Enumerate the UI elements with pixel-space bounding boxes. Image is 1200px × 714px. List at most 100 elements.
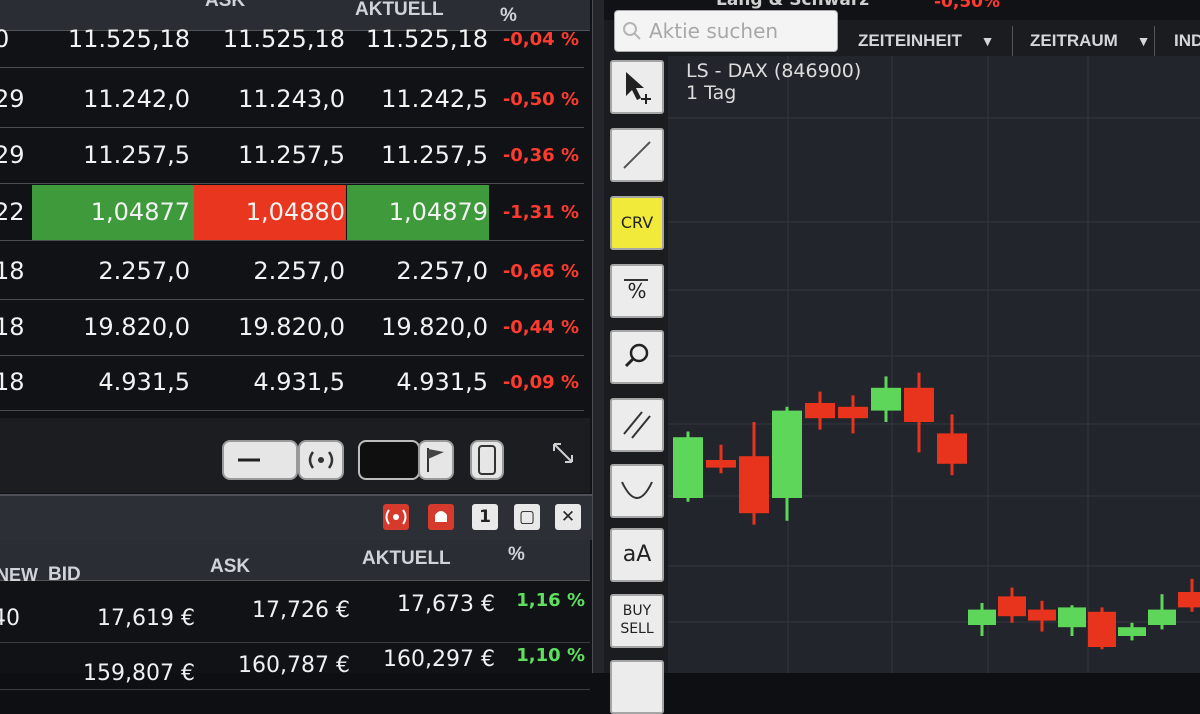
quote-bid: 159,807 € [83, 661, 195, 686]
chart-title: LS - DAX (846900) [686, 60, 862, 82]
quote-ask: 160,787 € [238, 653, 350, 678]
quote-bid: 4.931,5 [98, 368, 190, 396]
minimize-toggle-button[interactable] [222, 440, 298, 480]
select-separator [1012, 26, 1013, 60]
exchange-title: Lang & Schwarz [716, 0, 870, 10]
quote-row[interactable]: 29 11.257,5 11.257,5 11.257,5 -0,36 % [0, 128, 584, 184]
quote-pct: -0,50 % [502, 89, 579, 110]
quote-row[interactable]: 18 19.820,0 19.820,0 19.820,0 -0,44 % [0, 300, 584, 356]
quote-ask: 1,04880 [245, 198, 345, 226]
quote-symbol: 29 [0, 141, 25, 169]
more-tool[interactable] [610, 660, 664, 714]
candle-up [772, 410, 802, 498]
magnifier-icon [624, 343, 649, 368]
flag-icon [427, 448, 444, 472]
curve-tool[interactable] [610, 464, 664, 518]
quote-row[interactable]: 29 11.242,0 11.243,0 11.242,5 -0,50 % [0, 72, 584, 128]
chart-interval: 1 Tag [686, 82, 737, 104]
quote-row-highlighted[interactable]: 22 1,04877 1,04880 1,04879 -1,31 % [0, 185, 584, 241]
quote-bid: 11.242,0 [83, 85, 190, 113]
resize-icon[interactable] [550, 440, 576, 466]
col-header-ask[interactable]: ASK [210, 554, 250, 584]
lower-header-row: NEW BID ASK AKTUELL % [0, 540, 590, 585]
chart-canvas [668, 56, 1200, 673]
quote-pct: -0,09 % [502, 372, 579, 393]
quotes-panel: ASK AKTUELL % 0 11.525,18 11.525,18 11.5… [0, 0, 592, 690]
close-button[interactable]: ✕ [555, 504, 581, 530]
line-tool[interactable] [610, 128, 664, 182]
quote-pct: -0,04 % [502, 29, 579, 50]
quote-current: 4.931,5 [396, 368, 488, 396]
quote-symbol: 18 [0, 313, 25, 341]
timerange-label: ZEITRAUM [1030, 31, 1118, 50]
mobile-button[interactable] [470, 440, 504, 480]
timeunit-label: ZEITEINHEIT [858, 31, 962, 50]
candle-up [871, 387, 901, 411]
zoom-tool[interactable] [610, 330, 664, 384]
col-header-bid[interactable]: BID [48, 562, 81, 592]
quote-bid: 11.525,18 [67, 25, 190, 53]
quote-row[interactable]: 18 4.931,5 4.931,5 4.931,5 -0,09 % [0, 355, 584, 411]
quote-pct: 1,16 % [516, 590, 585, 611]
col-header-new[interactable]: NEW [0, 562, 38, 592]
quote-bid: 1,04877 [90, 198, 190, 226]
quote-ask: 4.931,5 [253, 368, 345, 396]
text-tool[interactable]: aA [610, 528, 664, 582]
quote-current: 19.820,0 [381, 313, 488, 341]
candlestick-chart[interactable]: LS - DAX (846900) 1 Tag [668, 56, 1200, 673]
window-number-button[interactable]: 1 [472, 504, 498, 530]
quote-row[interactable]: 0 11.525,18 11.525,18 11.525,18 -0,04 % [0, 12, 584, 68]
overline-icon [624, 279, 648, 281]
signal-alert-button[interactable] [383, 504, 409, 530]
maximize-button[interactable]: ▢ [514, 504, 540, 530]
quote-symbol: 18 [0, 368, 25, 396]
quote-symbol: 22 [0, 198, 25, 226]
timeunit-select[interactable]: ZEITEINHEIT ▼ [858, 24, 995, 58]
lower-quote-row[interactable]: 40 17,619 € 17,726 € 17,673 € 1,16 % [0, 590, 590, 643]
flag-button[interactable] [418, 440, 454, 480]
timerange-select[interactable]: ZEITRAUM ▼ [1030, 24, 1150, 58]
candle-down [739, 456, 769, 514]
parallel-channel-tool[interactable] [610, 398, 664, 452]
broadcast-icon [385, 509, 407, 525]
indicator-select[interactable]: IND [1174, 24, 1200, 58]
dark-toggle-button[interactable] [358, 440, 420, 480]
quote-bid: 2.257,0 [98, 257, 190, 285]
search-placeholder: Aktie suchen [649, 19, 779, 43]
candle-down [1028, 609, 1056, 621]
chart-grid [668, 56, 1200, 673]
candle-up [968, 609, 996, 625]
crv-tool[interactable]: CRV [610, 196, 664, 250]
candle-down [1088, 611, 1116, 647]
cursor-add-tool[interactable] [610, 60, 664, 114]
quote-ask: 19.820,0 [238, 313, 345, 341]
quote-current: 11.257,5 [381, 141, 488, 169]
col-header-current[interactable]: AKTUELL [362, 546, 451, 576]
signal-button[interactable] [298, 440, 344, 480]
buy-sell-tool[interactable]: BUY SELL [610, 594, 664, 648]
search-icon [623, 22, 641, 40]
phone-icon [478, 445, 496, 475]
candle-up [1058, 607, 1086, 628]
alarm-button[interactable] [428, 504, 454, 530]
quote-current: 160,297 € [383, 647, 495, 672]
quote-symbol: 0 [0, 25, 10, 53]
candle-down [998, 596, 1026, 617]
col-header-pct[interactable]: % [508, 542, 525, 572]
quote-bid: 19.820,0 [83, 313, 190, 341]
quote-symbol: 40 [0, 606, 20, 631]
quote-pct: 1,10 % [516, 645, 585, 666]
sell-label: SELL [620, 621, 654, 637]
chart-panel: Lang & Schwarz -0,50% Aktie suchen ZEITE… [604, 0, 1200, 714]
quote-current: 11.242,5 [381, 85, 488, 113]
lower-quote-row[interactable]: 159,807 € 160,787 € 160,297 € 1,10 % [0, 643, 590, 690]
quote-ask: 11.525,18 [222, 25, 345, 53]
percent-tool[interactable]: % [610, 264, 664, 318]
candle-down [937, 433, 967, 464]
select-separator [1154, 26, 1155, 60]
quote-ask: 17,726 € [252, 598, 350, 623]
quote-row[interactable]: 18 2.257,0 2.257,0 2.257,0 -0,66 % [0, 244, 584, 300]
candle-down [904, 387, 934, 422]
candle-down [706, 460, 736, 468]
stock-search-input[interactable]: Aktie suchen [614, 10, 838, 52]
